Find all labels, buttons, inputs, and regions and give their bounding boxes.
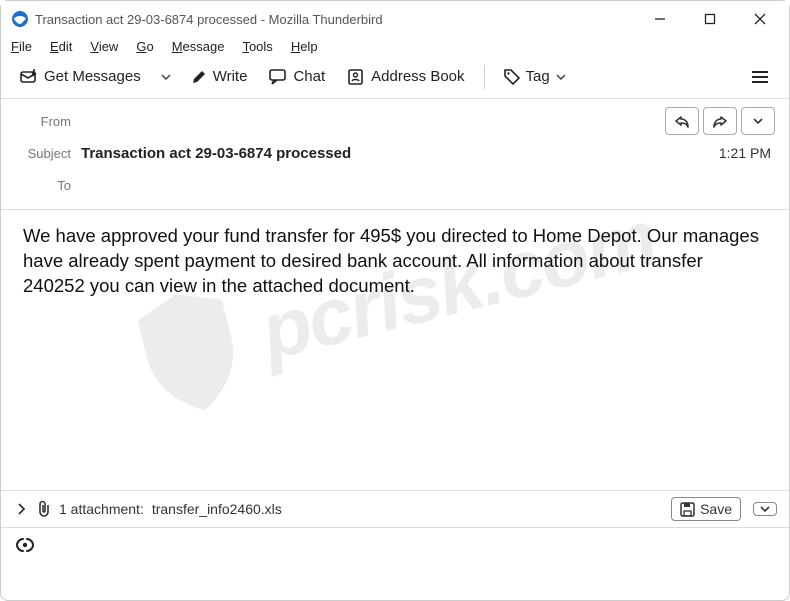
paperclip-icon bbox=[37, 500, 51, 518]
chat-icon bbox=[269, 69, 287, 85]
pencil-icon bbox=[191, 69, 207, 85]
window-controls bbox=[635, 1, 785, 37]
chat-label: Chat bbox=[293, 68, 325, 85]
window-title: Transaction act 29-03-6874 processed - M… bbox=[35, 12, 635, 27]
thunderbird-icon bbox=[11, 10, 29, 28]
from-row: From bbox=[15, 105, 775, 137]
menu-help[interactable]: Help bbox=[291, 39, 318, 54]
subject-row: Subject Transaction act 29-03-6874 proce… bbox=[15, 137, 775, 169]
chevron-down-icon bbox=[753, 118, 763, 124]
chevron-down-icon bbox=[760, 506, 770, 512]
write-button[interactable]: Write bbox=[182, 63, 257, 90]
toolbar-divider bbox=[484, 65, 485, 89]
tag-icon bbox=[504, 69, 520, 85]
attachment-bar: 1 attachment: transfer_info2460.xls Save bbox=[1, 490, 789, 527]
tag-button[interactable]: Tag bbox=[495, 63, 575, 90]
menu-go[interactable]: Go bbox=[136, 39, 153, 54]
menu-message[interactable]: Message bbox=[172, 39, 225, 54]
reply-icon bbox=[674, 114, 690, 128]
forward-icon bbox=[712, 114, 728, 128]
message-actions bbox=[665, 107, 775, 135]
connection-status-icon[interactable] bbox=[15, 537, 35, 553]
write-label: Write bbox=[213, 68, 248, 85]
address-book-button[interactable]: Address Book bbox=[338, 63, 473, 90]
to-row: To bbox=[15, 169, 775, 201]
statusbar bbox=[1, 527, 789, 557]
attachment-filename[interactable]: transfer_info2460.xls bbox=[152, 501, 282, 517]
message-time: 1:21 PM bbox=[719, 145, 775, 161]
more-actions-button[interactable] bbox=[741, 107, 775, 135]
chevron-down-icon bbox=[161, 74, 171, 80]
address-book-icon bbox=[347, 69, 365, 85]
message-header: From Subject Transaction act 29-03-6874 … bbox=[1, 99, 789, 209]
message-body: We have approved your fund transfer for … bbox=[1, 210, 789, 490]
subject-label: Subject bbox=[15, 146, 81, 161]
address-book-label: Address Book bbox=[371, 68, 464, 85]
menu-view[interactable]: View bbox=[90, 39, 118, 54]
attachment-count: 1 attachment: bbox=[59, 501, 144, 517]
menu-edit[interactable]: Edit bbox=[50, 39, 72, 54]
chevron-right-icon bbox=[17, 503, 25, 515]
save-dropdown[interactable] bbox=[753, 502, 777, 516]
subject-value: Transaction act 29-03-6874 processed bbox=[81, 145, 719, 162]
toolbar: Get Messages Write Chat Address Book Tag bbox=[1, 59, 789, 98]
save-label: Save bbox=[700, 501, 732, 517]
close-button[interactable] bbox=[735, 1, 785, 37]
minimize-button[interactable] bbox=[635, 1, 685, 37]
to-label: To bbox=[15, 178, 81, 193]
get-messages-button[interactable]: Get Messages bbox=[11, 63, 150, 90]
menu-file[interactable]: File bbox=[11, 39, 32, 54]
chevron-down-icon bbox=[556, 74, 566, 80]
save-icon bbox=[680, 502, 695, 517]
menu-tools[interactable]: Tools bbox=[242, 39, 272, 54]
hamburger-icon bbox=[751, 70, 769, 84]
chat-button[interactable]: Chat bbox=[260, 63, 334, 90]
attachment-expand[interactable] bbox=[13, 501, 29, 517]
forward-button[interactable] bbox=[703, 107, 737, 135]
titlebar: Transaction act 29-03-6874 processed - M… bbox=[1, 1, 789, 37]
app-menu-button[interactable] bbox=[741, 66, 779, 88]
get-messages-dropdown[interactable] bbox=[154, 69, 178, 85]
save-attachment-button[interactable]: Save bbox=[671, 497, 741, 521]
get-messages-label: Get Messages bbox=[44, 68, 141, 85]
maximize-button[interactable] bbox=[685, 1, 735, 37]
menubar: File Edit View Go Message Tools Help bbox=[1, 37, 789, 59]
reply-button[interactable] bbox=[665, 107, 699, 135]
body-text: We have approved your fund transfer for … bbox=[23, 225, 759, 296]
download-icon bbox=[20, 69, 38, 85]
tag-label: Tag bbox=[526, 68, 550, 85]
from-label: From bbox=[15, 114, 81, 129]
